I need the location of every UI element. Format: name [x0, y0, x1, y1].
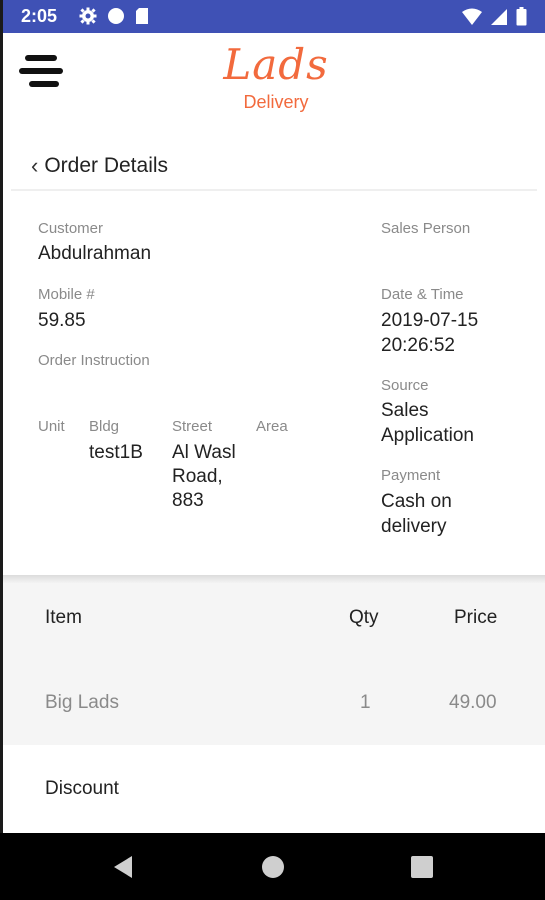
table-row[interactable]: Big Lads 1 49.00 [3, 673, 545, 733]
payment-label: Payment [381, 467, 441, 484]
items-table: Item Qty Price Big Lads 1 49.00 [3, 583, 545, 745]
bldg-label: Bldg [89, 418, 120, 435]
unit-label: Unit [38, 418, 65, 435]
item-column-header: Item [45, 607, 82, 628]
item-price-cell: 49.00 [449, 692, 497, 713]
page-title: Order Details [44, 154, 169, 177]
status-icons-right [462, 7, 527, 26]
cell-signal-icon [491, 8, 507, 25]
menu-bar-icon [19, 68, 63, 74]
customer-label: Customer [38, 220, 104, 237]
wifi-icon [462, 8, 482, 25]
chevron-left-icon: ‹ [31, 153, 39, 178]
sales-person-label: Sales Person [381, 220, 471, 237]
brand-logo: Lads Delivery [196, 41, 356, 113]
time-value: 20:26:52 [381, 335, 455, 356]
status-bar: 2:05 [3, 0, 545, 33]
title-bar: ‹ Order Details [11, 143, 537, 191]
payment-value-line2: delivery [381, 516, 447, 537]
sim-card-icon [136, 8, 148, 24]
mobile-value: 59.85 [38, 310, 86, 331]
menu-button[interactable] [17, 53, 63, 93]
section-divider [3, 575, 545, 583]
android-nav-bar [0, 833, 545, 900]
source-value-line2: Application [381, 425, 474, 446]
date-time-label: Date & Time [381, 286, 464, 303]
menu-bar-icon [29, 81, 59, 87]
status-time: 2:05 [21, 6, 58, 26]
status-icons-left [79, 7, 149, 25]
logo-subtitle: Delivery [243, 92, 309, 112]
source-label: Source [381, 377, 429, 394]
app-screen: 2:05 Lads Delivery ‹ Order Details Custo… [3, 0, 545, 900]
street-value-line2: Road, [172, 466, 223, 487]
mobile-label: Mobile # [38, 286, 95, 303]
circle-status-icon [108, 8, 124, 24]
street-value-line3: 883 [172, 490, 204, 511]
settings-gear-icon [79, 7, 97, 25]
logo-script-text: Lads [223, 40, 329, 89]
bldg-value: test1B [89, 442, 143, 463]
payment-value-line1: Cash on [381, 491, 452, 512]
back-button[interactable]: ‹ Order Details [31, 153, 168, 179]
order-details-panel: Customer Abdulrahman Sales Person Mobile… [3, 191, 545, 575]
street-label: Street [172, 418, 213, 435]
battery-icon [516, 7, 527, 26]
item-name-cell: Big Lads [45, 692, 119, 713]
discount-label: Discount [45, 778, 119, 799]
order-summary: Discount [3, 745, 545, 835]
date-value: 2019-07-15 [381, 310, 479, 331]
customer-value: Abdulrahman [38, 243, 152, 264]
street-value-line1: Al Wasl [172, 442, 236, 463]
menu-bar-icon [25, 55, 57, 61]
back-triangle-icon[interactable] [110, 853, 138, 881]
price-column-header: Price [454, 607, 498, 628]
order-instruction-label: Order Instruction [38, 352, 150, 369]
area-label: Area [256, 418, 288, 435]
app-header: Lads Delivery [3, 33, 545, 143]
recents-square-icon[interactable] [408, 853, 436, 881]
item-qty-cell: 1 [360, 692, 371, 713]
qty-column-header: Qty [349, 607, 379, 628]
home-circle-icon[interactable] [259, 853, 287, 881]
source-value-line1: Sales [381, 400, 429, 421]
